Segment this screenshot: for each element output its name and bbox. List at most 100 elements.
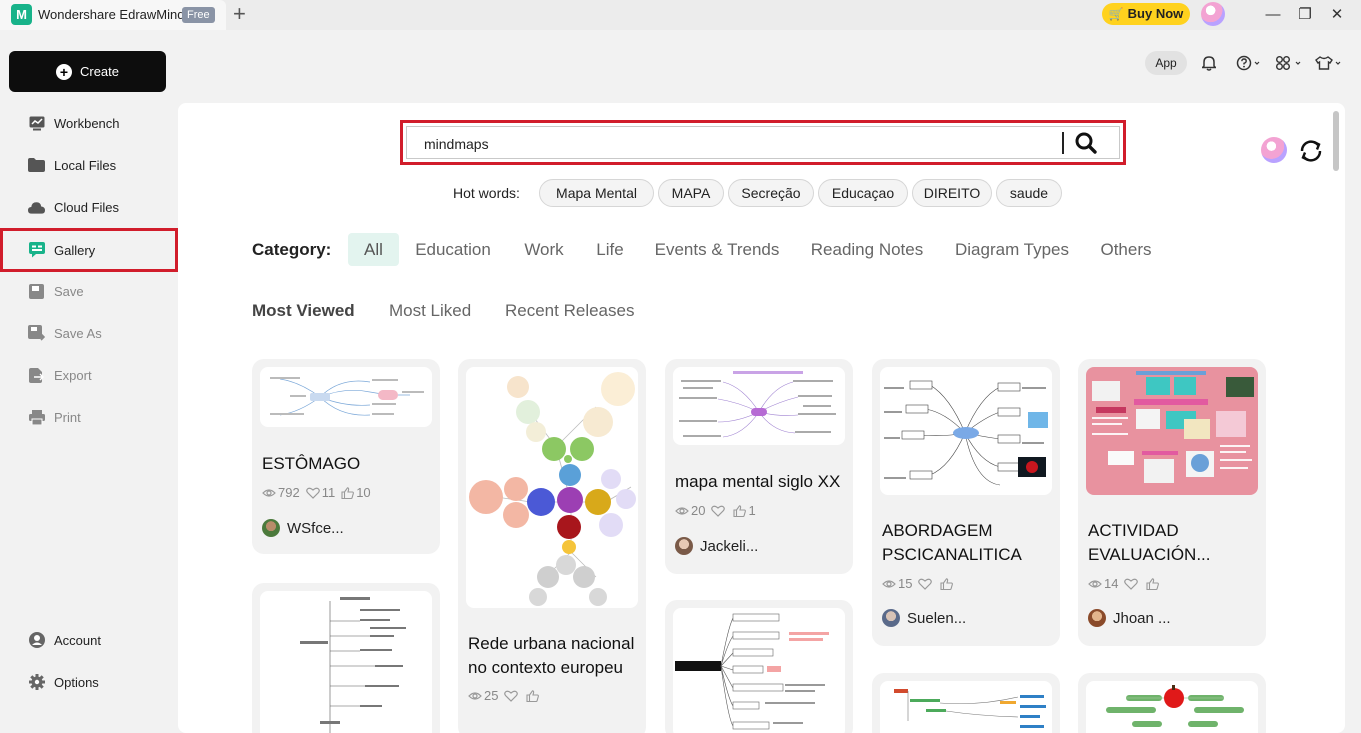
- likes-stat[interactable]: 1: [733, 503, 756, 518]
- sidebar-item-local-files[interactable]: Local Files: [9, 146, 166, 184]
- sort-most-liked[interactable]: Most Liked: [389, 301, 471, 321]
- likes-count: 10: [356, 485, 371, 500]
- buy-now-label: Buy Now: [1127, 6, 1184, 21]
- template-card[interactable]: ESTÔMAGO 792 11 10 WSfce...: [252, 359, 440, 554]
- eye-icon: [468, 691, 482, 700]
- sidebar-item-label: Local Files: [54, 157, 117, 173]
- card-author[interactable]: Jackeli...: [675, 537, 758, 555]
- card-thumbnail: [880, 367, 1052, 495]
- hot-word-chip[interactable]: DIREITO: [912, 179, 992, 207]
- sidebar-item-export[interactable]: Export: [9, 356, 166, 394]
- hot-word-chip[interactable]: Educaçao: [818, 179, 908, 207]
- category-diagram-types[interactable]: Diagram Types: [952, 233, 1072, 266]
- template-card[interactable]: [665, 600, 853, 733]
- restore-icon[interactable]: ❐: [1295, 5, 1315, 25]
- hot-word-chip[interactable]: saude: [996, 179, 1062, 207]
- template-card[interactable]: ABORDAGEM PSCICANALITICA 15 Suelen...: [872, 359, 1060, 646]
- template-card[interactable]: [1078, 673, 1266, 733]
- thumbs-up-icon: [1146, 577, 1160, 590]
- card-thumbnail: [673, 367, 845, 445]
- apps-grid-icon[interactable]: [1275, 54, 1303, 72]
- app-tab[interactable]: M Wondershare EdrawMind Free: [0, 0, 226, 30]
- category-reading-notes[interactable]: Reading Notes: [807, 233, 927, 266]
- heart-icon: [711, 505, 726, 517]
- category-events-trends[interactable]: Events & Trends: [653, 233, 781, 266]
- thumbs-up-icon: [526, 689, 540, 702]
- card-stats: 25: [468, 688, 541, 703]
- app-logo-icon: M: [11, 4, 32, 25]
- template-card[interactable]: ACTIVIDAD EVALUACIÓN... 14 Jhoan ...: [1078, 359, 1266, 646]
- sidebar-item-cloud-files[interactable]: Cloud Files: [9, 188, 166, 226]
- cloud-icon: [28, 199, 45, 216]
- card-title: ABORDAGEM PSCICANALITICA: [882, 521, 1022, 564]
- sidebar-item-print[interactable]: Print: [9, 398, 166, 436]
- sidebar-item-options[interactable]: Options: [9, 663, 166, 701]
- refresh-icon[interactable]: [1297, 137, 1325, 165]
- category-life[interactable]: Life: [594, 233, 626, 266]
- category-work[interactable]: Work: [520, 233, 568, 266]
- category-others[interactable]: Others: [1098, 233, 1154, 266]
- card-title: Rede urbana nacional no contexto europeu: [468, 634, 635, 677]
- favorites-stat[interactable]: [504, 690, 520, 702]
- card-thumbnail: [1086, 681, 1258, 733]
- hot-words-label: Hot words:: [453, 185, 520, 201]
- profile-avatar[interactable]: [1261, 137, 1287, 163]
- eye-icon: [1088, 579, 1102, 588]
- skin-shirt-icon[interactable]: [1315, 54, 1343, 72]
- hot-word-chip[interactable]: Secreção: [728, 179, 814, 207]
- help-icon[interactable]: [1236, 54, 1260, 72]
- sort-most-viewed[interactable]: Most Viewed: [252, 301, 355, 321]
- likes-stat[interactable]: [940, 577, 955, 590]
- search-input[interactable]: [424, 134, 1024, 154]
- favorites-stat[interactable]: [918, 578, 934, 590]
- category-education[interactable]: Education: [412, 233, 494, 266]
- eye-icon: [262, 488, 276, 497]
- card-author[interactable]: Suelen...: [882, 609, 966, 627]
- search-box-highlight: [400, 120, 1126, 165]
- heart-icon: [504, 690, 519, 702]
- views-stat: 15: [882, 576, 912, 591]
- scrollbar-thumb[interactable]: [1333, 111, 1339, 171]
- buy-now-button[interactable]: 🛒 Buy Now: [1102, 3, 1190, 25]
- likes-stat[interactable]: 10: [341, 485, 371, 500]
- title-bar: M Wondershare EdrawMind Free + 🛒 Buy Now …: [0, 0, 1361, 30]
- hot-word-chip[interactable]: MAPA: [658, 179, 724, 207]
- create-button[interactable]: + Create: [9, 51, 166, 92]
- likes-stat[interactable]: [1146, 577, 1161, 590]
- new-tab-icon[interactable]: +: [233, 2, 246, 26]
- card-thumbnail: [260, 367, 432, 427]
- thumbs-up-icon: [341, 486, 355, 499]
- sidebar-item-save-as[interactable]: Save As: [9, 314, 166, 352]
- close-icon[interactable]: ✕: [1327, 5, 1347, 25]
- user-avatar[interactable]: [1201, 2, 1225, 26]
- sidebar-item-label: Workbench: [54, 115, 120, 131]
- template-card[interactable]: [252, 583, 440, 733]
- template-card[interactable]: [872, 673, 1060, 733]
- card-author[interactable]: Jhoan ...: [1088, 609, 1171, 627]
- minimize-icon[interactable]: —: [1263, 5, 1283, 25]
- app-button[interactable]: App: [1145, 51, 1187, 75]
- template-card[interactable]: Rede urbana nacional no contexto europeu…: [458, 359, 646, 733]
- category-all[interactable]: All: [348, 233, 399, 266]
- author-name: Jhoan ...: [1113, 609, 1171, 627]
- notification-bell-icon[interactable]: [1202, 54, 1216, 72]
- heart-icon: [305, 487, 320, 499]
- favorites-stat[interactable]: 11: [305, 485, 336, 500]
- search-icon[interactable]: [1074, 131, 1098, 155]
- card-thumbnail: [466, 367, 638, 608]
- favorites-stat[interactable]: [711, 505, 727, 517]
- sidebar-item-gallery[interactable]: Gallery: [0, 228, 178, 272]
- sidebar-item-workbench[interactable]: Workbench: [9, 104, 166, 142]
- hot-word-chip[interactable]: Mapa Mental: [539, 179, 654, 207]
- sidebar-item-account[interactable]: Account: [9, 621, 166, 659]
- favorites-count: 11: [321, 485, 336, 500]
- sort-recent-releases[interactable]: Recent Releases: [505, 301, 634, 321]
- favorites-stat[interactable]: [1124, 578, 1140, 590]
- category-label: Category:: [252, 240, 332, 259]
- sidebar-item-save[interactable]: Save: [9, 272, 166, 310]
- likes-stat[interactable]: [526, 689, 541, 702]
- template-card[interactable]: mapa mental siglo XX 20 1 Jackeli...: [665, 359, 853, 574]
- create-label: Create: [79, 64, 120, 79]
- card-author[interactable]: WSfce...: [262, 519, 344, 537]
- sidebar-item-label: Options: [54, 674, 99, 690]
